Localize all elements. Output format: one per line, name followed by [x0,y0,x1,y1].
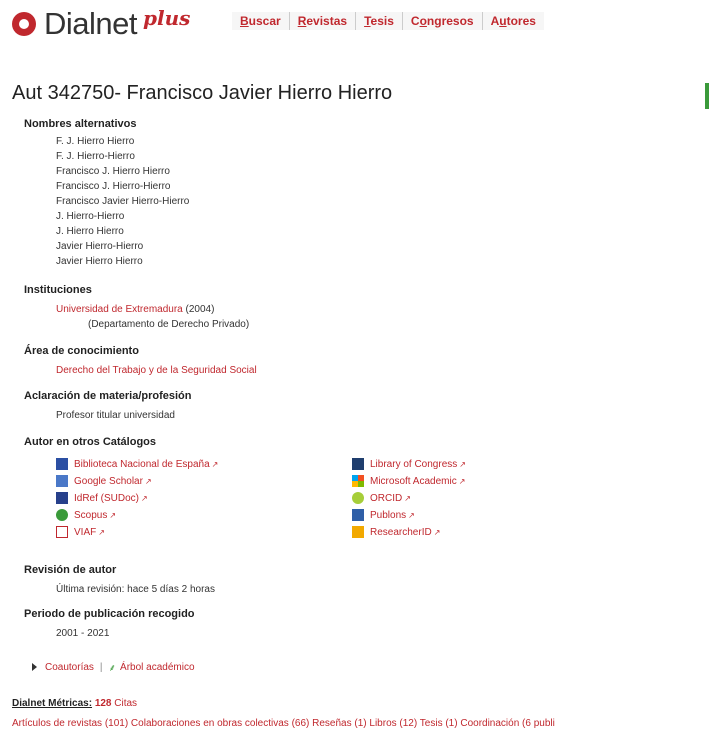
institutions-section: Instituciones Universidad de Extremadura… [24,284,249,332]
alt-name: J. Hierro Hierro [56,226,124,237]
institutions-list: Universidad de Extremadura (2004) (Depar… [56,302,249,332]
catalog-link-researcherid[interactable]: ResearcherID ↗ [352,526,440,538]
dialnet-logo-icon [12,12,36,36]
nav-congresos[interactable]: Congresos [403,12,483,30]
catalog-label: ORCID [370,492,403,504]
institution-year: (2004) [182,304,215,315]
catalog-label: Google Scholar [74,475,143,487]
period-section: Periodo de publicación recogido 2001 - 2… [24,608,195,641]
catalogs-heading: Autor en otros Catálogos [24,436,157,448]
catalog-label: IdRef (SUDoc) [74,492,140,504]
alt-names-heading: Nombres alternativos [24,118,137,130]
catalog-link-publons[interactable]: Publons ↗ [352,509,415,521]
institution-link[interactable]: Universidad de Extremadura [56,304,183,315]
google-scholar-icon [56,475,68,487]
alt-name: Francisco J. Hierro-Hierro [56,181,171,192]
viaf-icon [56,526,68,538]
external-link-icon: ↗ [404,493,411,503]
alt-name: F. J. Hierro Hierro [56,136,135,147]
dialnet-logo[interactable]: Dialnet plus [12,6,190,42]
logo-plus: plus [143,6,191,30]
idref-icon [56,492,68,504]
nav-tesis[interactable]: Tesis [356,12,403,30]
catalog-label: Publons [370,509,407,521]
nav-autores[interactable]: Autores [483,12,544,30]
external-link-icon: ↗ [459,459,466,469]
external-link-icon: ↗ [433,527,441,537]
alt-name: Francisco Javier Hierro-Hierro [56,196,190,207]
external-link-icon: ↗ [109,510,117,520]
dialnet-metrics: Dialnet Métricas: 128 Citas [12,698,137,709]
catalog-link-viaf[interactable]: VIAF ↗ [56,526,105,538]
external-link-icon: ↗ [141,493,148,503]
profession-heading: Aclaración de materia/profesión [24,390,192,402]
alt-names-list: F. J. Hierro Hierro F. J. Hierro-Hierro … [56,134,189,269]
nav-buscar[interactable]: Buscar [232,12,290,30]
academic-tree-link[interactable]: Árbol académico [120,662,194,673]
coauthors-link[interactable]: Coautorías [45,662,94,673]
metrics-count[interactable]: 128 [95,698,112,709]
area-heading: Área de conocimiento [24,345,139,357]
separator: | [99,661,103,673]
catalog-link-loc[interactable]: Library of Congress ↗ [352,458,466,470]
catalog-link-bne[interactable]: Biblioteca Nacional de España ↗ [56,458,218,470]
catalogs-section: Autor en otros Catálogos [24,436,156,448]
bne-icon [56,458,68,470]
catalog-link-orcid[interactable]: ORCID ↗ [352,492,411,504]
external-link-icon: ↗ [408,510,415,520]
revision-section: Revisión de autor Última revisión: hace … [24,564,215,597]
catalog-label: Library of Congress [370,458,458,470]
profession-value: Profesor titular universidad [56,410,175,421]
alt-name: Javier Hierro Hierro [56,256,143,267]
publons-icon [352,509,364,521]
catalog-label: Microsoft Academic [370,475,457,487]
catalog-link-google-scholar[interactable]: Google Scholar ↗ [56,475,152,487]
catalog-label: Scopus [74,509,108,521]
alt-name: Javier Hierro-Hierro [56,241,144,252]
page-title: Aut 342750- Francisco Javier Hierro Hier… [12,82,393,104]
period-value: 2001 - 2021 [56,628,110,639]
orcid-icon [352,492,364,504]
academic-tree-icon: ⸙ [108,663,117,674]
external-link-icon: ↗ [144,476,152,486]
alt-name: J. Hierro-Hierro [56,211,125,222]
catalog-link-microsoft[interactable]: Microsoft Academic ↗ [352,475,465,487]
area-link[interactable]: Derecho del Trabajo y de la Seguridad So… [56,365,257,376]
researcherid-icon [352,526,364,538]
revision-value: Última revisión: hace 5 días 2 horas [56,584,215,595]
area-section: Área de conocimiento Derecho del Trabajo… [24,345,257,378]
related-links: Coautorías | ⸙ Árbol académico [32,660,195,674]
alt-name: Francisco J. Hierro Hierro [56,166,170,177]
profession-section: Aclaración de materia/profesión Profesor… [24,390,192,423]
period-heading: Periodo de publicación recogido [24,608,195,620]
institution-row: Universidad de Extremadura (2004) [56,302,249,317]
publication-type-links[interactable]: Artículos de revistas (101) Colaboracion… [12,718,710,729]
institution-dept: (Departamento de Derecho Privado) [88,319,250,330]
microsoft-icon [352,475,364,487]
catalog-link-scopus[interactable]: Scopus ↗ [56,509,116,521]
catalog-link-idref[interactable]: IdRef (SUDoc) ↗ [56,492,148,504]
external-link-icon: ↗ [458,476,466,486]
metrics-unit: Citas [111,698,138,709]
metrics-label[interactable]: Dialnet Métricas: [12,698,92,709]
alt-name: F. J. Hierro-Hierro [56,151,135,162]
main-nav: Buscar Revistas Tesis Congresos Autores [232,12,544,30]
logo-text: Dialnet [44,6,138,41]
institutions-heading: Instituciones [24,284,92,296]
external-link-icon: ↗ [98,527,105,537]
scopus-icon [56,509,68,521]
catalog-label: VIAF [74,526,97,538]
external-link-icon: ↗ [211,459,219,469]
alt-names-section: Nombres alternativos F. J. Hierro Hierro… [24,118,189,269]
revision-heading: Revisión de autor [24,564,117,576]
catalog-label: Biblioteca Nacional de España [74,458,210,470]
catalog-label: ResearcherID [370,526,432,538]
expand-triangle-icon[interactable] [32,663,37,671]
header: Dialnet plus Buscar Revistas Tesis Congr… [0,0,710,46]
green-side-tab[interactable] [705,83,709,109]
nav-revistas[interactable]: Revistas [290,12,357,30]
loc-icon [352,458,364,470]
